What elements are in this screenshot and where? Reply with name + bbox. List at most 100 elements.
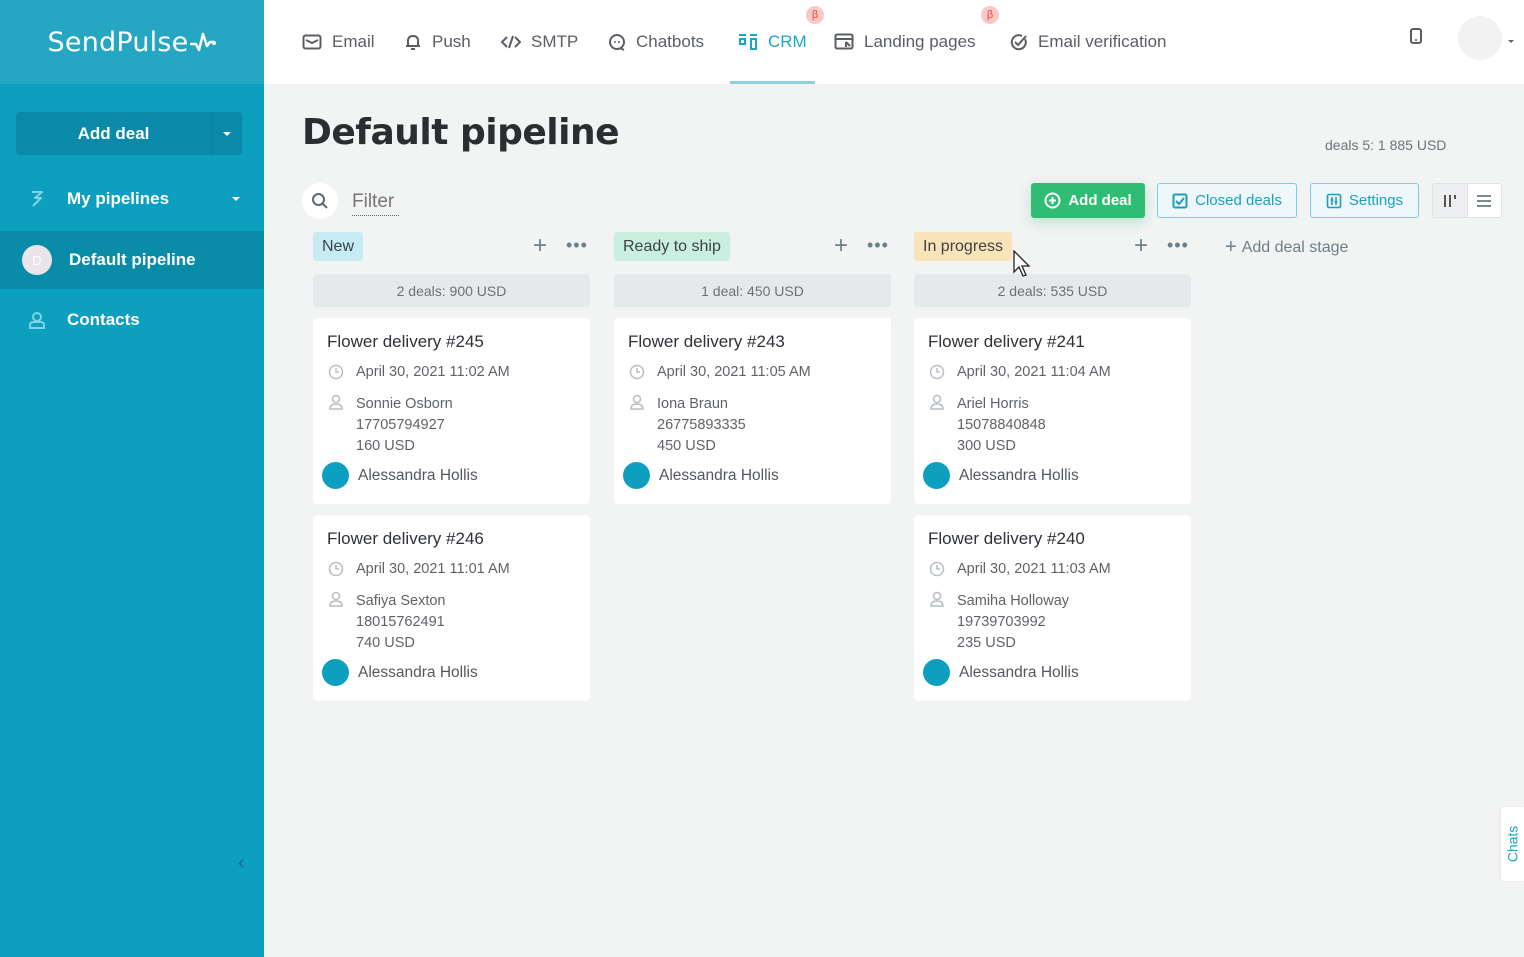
kanban-view-button[interactable] [1433, 184, 1468, 217]
deal-title: Flower delivery #241 [928, 332, 1085, 351]
search-button[interactable] [302, 183, 338, 219]
contact-name[interactable]: Iona Braun [657, 394, 746, 415]
contact-phone: 17705794927 [356, 417, 445, 433]
beta-badge: β [806, 6, 824, 24]
clock-icon [327, 561, 345, 577]
person-icon [928, 591, 946, 607]
nav-label: SMTP [531, 32, 579, 51]
deal-card[interactable]: Flower delivery #240 April 30, 2021 11:0… [914, 515, 1191, 701]
deal-amount: 235 USD [957, 635, 1016, 651]
contact-name[interactable]: Sonnie Osborn [356, 394, 453, 415]
chats-tab[interactable]: Chats [1501, 807, 1524, 881]
deal-amount: 450 USD [657, 438, 716, 454]
contact-phone: 19739703992 [957, 614, 1046, 630]
contact-name[interactable]: Safiya Sexton [356, 591, 445, 612]
filter-input[interactable] [352, 188, 472, 216]
sidebar-item-contacts[interactable]: Contacts [0, 291, 264, 349]
plus-icon: + [1225, 236, 1237, 258]
settings-button[interactable]: Settings [1310, 183, 1419, 218]
sidebar-item-label: Default pipeline [69, 250, 196, 269]
stage-name[interactable]: New [313, 232, 364, 261]
add-deal-to-stage-plus-icon[interactable]: + [834, 234, 848, 258]
add-deal-to-stage-plus-icon[interactable]: + [1134, 234, 1148, 258]
deal-card[interactable]: Flower delivery #241 April 30, 2021 11:0… [914, 318, 1191, 504]
chevron-down-icon[interactable] [1508, 40, 1514, 43]
deal-card[interactable]: Flower delivery #245 April 30, 2021 11:0… [313, 318, 590, 504]
deal-date: April 30, 2021 11:05 AM [657, 364, 811, 380]
nav-smtp[interactable]: SMTP [501, 0, 578, 84]
user-avatar[interactable] [1458, 16, 1502, 60]
envelope-icon [302, 34, 322, 50]
stage-summary: 2 deals: 900 USD [313, 274, 590, 307]
button-label: Settings [1348, 192, 1404, 209]
sidebar-item-my-pipelines[interactable]: My pipelines [0, 170, 264, 228]
crm-icon [738, 33, 758, 51]
bell-icon [404, 33, 422, 51]
check-circle-icon [1010, 33, 1028, 51]
chat-bubble-icon [608, 33, 626, 51]
nav-label: Email [332, 32, 375, 51]
stage-name[interactable]: Ready to ship [614, 232, 730, 261]
sidebar-item-label: My pipelines [67, 189, 170, 208]
deal-title: Flower delivery #243 [628, 332, 785, 351]
nav-crm[interactable]: CRM [730, 0, 815, 84]
stage-summary: 2 deals: 535 USD [914, 274, 1191, 307]
deal-title: Flower delivery #240 [928, 529, 1085, 548]
stage-more-options-icon[interactable]: ••• [867, 234, 889, 256]
deal-amount: 300 USD [957, 438, 1016, 454]
logo[interactable]: SendPulse [0, 0, 264, 84]
owner-avatar [322, 659, 349, 686]
deal-date: April 30, 2021 11:01 AM [356, 561, 510, 577]
code-icon [501, 34, 521, 50]
view-toggle [1432, 183, 1502, 218]
nav-email[interactable]: Email [302, 0, 375, 84]
nav-push[interactable]: Push [404, 0, 471, 84]
closed-deals-button[interactable]: Closed deals [1157, 183, 1297, 218]
contact-name[interactable]: Samiha Holloway [957, 591, 1069, 612]
contact-phone: 15078840848 [957, 417, 1046, 433]
owner-name: Alessandra Hollis [358, 466, 478, 484]
chevron-down-icon [232, 197, 240, 201]
nav-email-verification[interactable]: Email verification [1010, 0, 1167, 84]
mouse-cursor-icon [1013, 249, 1031, 283]
filter-underline [352, 215, 399, 216]
add-deal-to-stage-plus-icon[interactable]: + [533, 234, 547, 258]
pipeline-icon [26, 190, 48, 208]
deal-amount: 740 USD [356, 635, 415, 651]
nav-landing-pages[interactable]: Landing pages [834, 0, 976, 84]
person-icon [327, 394, 345, 410]
add-deal-stage-button[interactable]: + Add deal stage [1225, 236, 1348, 259]
button-label: Add deal [1068, 192, 1132, 209]
pulse-icon [190, 32, 217, 52]
deal-card[interactable]: Flower delivery #243 April 30, 2021 11:0… [614, 318, 891, 504]
top-navigation: Email Push SMTP Chatbots CRM β Landing p… [264, 0, 1524, 84]
stage-name[interactable]: In progress [914, 232, 1013, 261]
person-icon [928, 394, 946, 410]
person-icon [628, 394, 646, 410]
sidebar-add-deal-dropdown[interactable] [211, 112, 242, 155]
sidebar: SendPulse Add deal My pipelines D Defaul… [0, 0, 264, 957]
sidebar-item-label: Contacts [67, 310, 140, 329]
mobile-phone-icon[interactable] [1410, 28, 1422, 49]
owner-name: Alessandra Hollis [959, 663, 1079, 681]
collapse-sidebar-chevron-left-icon[interactable]: ‹ [238, 852, 245, 875]
add-deal-button[interactable]: Add deal [1031, 183, 1145, 218]
deal-title: Flower delivery #245 [327, 332, 484, 351]
sidebar-add-deal-label[interactable]: Add deal [16, 112, 211, 155]
list-view-button[interactable] [1468, 184, 1502, 217]
sidebar-add-deal-button[interactable]: Add deal [16, 112, 242, 155]
deal-amount: 160 USD [356, 438, 415, 454]
deal-card[interactable]: Flower delivery #246 April 30, 2021 11:0… [313, 515, 590, 701]
chevron-down-icon [223, 131, 231, 136]
stage-more-options-icon[interactable]: ••• [566, 234, 588, 256]
stage-more-options-icon[interactable]: ••• [1167, 234, 1189, 256]
deal-date: April 30, 2021 11:04 AM [957, 364, 1111, 380]
page-title: Default pipeline [302, 112, 619, 153]
sidebar-item-default-pipeline[interactable]: D Default pipeline [0, 231, 264, 289]
owner-avatar [923, 659, 950, 686]
nav-label: Landing pages [864, 32, 976, 51]
nav-chatbots[interactable]: Chatbots [608, 0, 704, 84]
clock-icon [928, 561, 946, 577]
contacts-icon [26, 311, 48, 329]
contact-name[interactable]: Ariel Horris [957, 394, 1046, 415]
